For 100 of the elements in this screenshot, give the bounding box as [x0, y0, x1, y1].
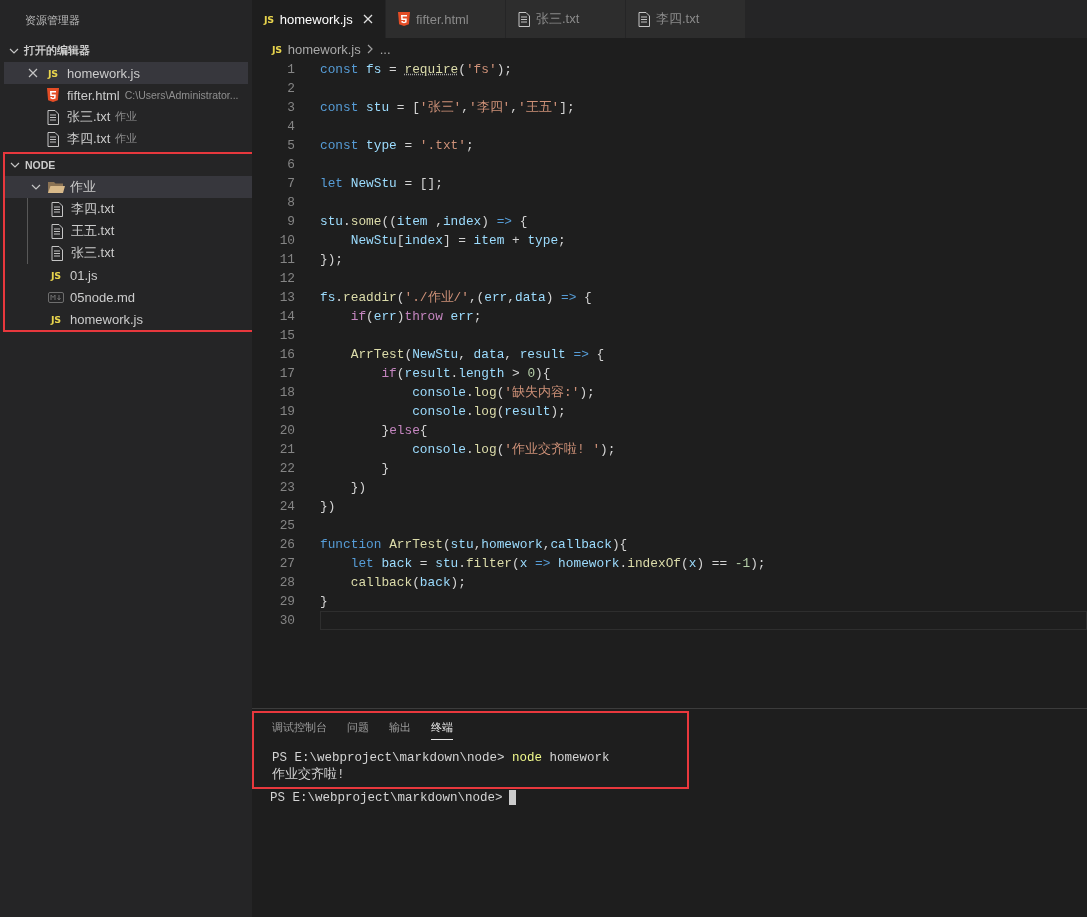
line-number: 18	[278, 385, 295, 400]
chevron-right-icon	[366, 44, 374, 54]
code-line: let back = stu.filter(x => homework.indexOf(x) == -1);	[349, 556, 766, 571]
line-number: 3	[286, 100, 295, 115]
javascript-icon: JS	[272, 43, 282, 55]
chevron-down-icon[interactable]	[10, 160, 20, 170]
code-line: const stu = ['张三','李四','王五'];	[320, 99, 575, 116]
code-line: }	[380, 461, 390, 476]
folder-icon	[47, 180, 65, 194]
code-line: function ArrTest(stu,homework,callback){	[320, 537, 628, 552]
line-number: 22	[278, 461, 295, 476]
file-name: 李四.txt	[67, 130, 111, 148]
section-title: NODE	[25, 159, 56, 171]
code-line: fs.readdir('./作业/',(err,data) => {	[320, 289, 592, 306]
open-editor-item[interactable]: fifter.html C:\Users\Administrator...	[4, 84, 248, 106]
editor-tab[interactable]: fifter.html	[386, 0, 506, 38]
javascript-icon: JS	[51, 313, 61, 325]
code-line: NewStu[index] = item + type;	[349, 233, 566, 248]
code-line: })	[320, 499, 336, 514]
file-name: homework.js	[70, 311, 143, 327]
line-number: 4	[286, 119, 295, 134]
line-number: 19	[278, 404, 295, 419]
line-number: 21	[278, 442, 295, 457]
tree-item[interactable]: 张三.txt	[28, 242, 254, 264]
code-line: console.log('作业交齐啦! ');	[411, 441, 616, 458]
document-icon	[638, 11, 650, 27]
chevron-down-icon[interactable]	[9, 46, 19, 56]
line-number: 14	[278, 309, 295, 324]
line-number: 28	[278, 575, 295, 590]
tree-item[interactable]: JS 01.js	[5, 264, 254, 286]
panel-tab[interactable]: 终端	[431, 719, 453, 740]
file-name: homework.js	[67, 65, 140, 81]
document-icon	[51, 245, 63, 261]
line-number: 10	[278, 233, 295, 248]
terminal-line: PS E:\webproject\markdown\node>	[270, 790, 503, 805]
file-path: C:\Users\Administrator...	[124, 89, 239, 101]
open-editor-item[interactable]: JS homework.js	[4, 62, 248, 84]
javascript-icon: JS	[264, 13, 274, 25]
line-number: 20	[278, 423, 295, 438]
tree-item[interactable]: 作业	[5, 176, 254, 198]
breadcrumb-item[interactable]: homework.js	[287, 41, 361, 57]
line-number: 17	[278, 366, 295, 381]
javascript-icon: JS	[51, 269, 61, 281]
terminal-line: 作业交齐啦!	[272, 766, 345, 783]
line-number: 9	[286, 214, 295, 229]
panel-tab[interactable]: 问题	[347, 719, 369, 739]
line-number: 8	[286, 195, 295, 210]
code-line: ArrTest(NewStu, data, result => {	[349, 347, 605, 362]
panel-tab[interactable]: 输出	[389, 719, 411, 739]
line-number: 2	[286, 81, 295, 96]
document-icon	[47, 109, 59, 125]
editor-tab[interactable]: 李四.txt	[626, 0, 746, 38]
code-line: });	[320, 252, 344, 267]
document-icon	[518, 11, 530, 27]
code-line: const fs = require('fs');	[320, 62, 512, 77]
tree-item[interactable]: 05node.md	[5, 286, 254, 308]
file-name: 05node.md	[70, 289, 136, 305]
code-line: const type = '.txt';	[320, 138, 474, 153]
panel-tab[interactable]: 调试控制台	[272, 719, 327, 739]
file-path: 作业	[115, 110, 138, 124]
section-header[interactable]: NODE	[5, 154, 254, 176]
document-icon	[51, 223, 63, 239]
code-line: console.log('缺失内容:');	[411, 384, 595, 401]
code-line: }else{	[380, 423, 428, 438]
breadcrumb-item[interactable]: ...	[379, 41, 391, 57]
editor-tab[interactable]: 张三.txt	[506, 0, 626, 38]
close-icon[interactable]	[362, 14, 373, 24]
code-line: let NewStu = [];	[320, 176, 443, 191]
editor-tab[interactable]: JS homework.js	[252, 0, 386, 38]
line-number: 1	[286, 62, 295, 77]
javascript-icon: JS	[48, 67, 58, 79]
line-number: 5	[286, 138, 295, 153]
section-title: 打开的编辑器	[24, 44, 90, 58]
document-icon	[47, 131, 59, 147]
tree-item[interactable]: 李四.txt	[28, 198, 254, 220]
tree-item[interactable]: JS homework.js	[5, 308, 254, 330]
markdown-icon	[48, 291, 64, 303]
terminal-line: PS E:\webproject\markdown\node> node homework	[272, 750, 610, 765]
file-path: 作业	[115, 132, 138, 146]
code-line: })	[349, 480, 367, 495]
open-editor-item[interactable]: 李四.txt 作业	[4, 128, 248, 150]
line-number: 7	[286, 176, 295, 191]
line-number: 27	[278, 556, 295, 571]
tree-item[interactable]: 王五.txt	[28, 220, 254, 242]
file-name: 王五.txt	[71, 222, 115, 240]
line-number: 16	[278, 347, 295, 362]
explorer-title: 资源管理器	[24, 13, 81, 28]
line-number: 29	[278, 594, 295, 609]
line-number: 6	[286, 157, 295, 172]
section-header[interactable]: 打开的编辑器	[4, 40, 248, 62]
file-name: fifter.html	[67, 87, 120, 103]
code-line: if(err)throw err;	[349, 309, 482, 324]
code-line: callback(back);	[349, 575, 466, 590]
close-icon[interactable]	[28, 68, 38, 78]
line-number: 23	[278, 480, 295, 495]
chevron-down-icon[interactable]	[31, 182, 41, 192]
line-number: 11	[278, 252, 295, 267]
code-line: console.log(result);	[411, 404, 566, 419]
open-editor-item[interactable]: 张三.txt 作业	[4, 106, 248, 128]
code-line: stu.some((item ,index) => {	[320, 214, 528, 229]
